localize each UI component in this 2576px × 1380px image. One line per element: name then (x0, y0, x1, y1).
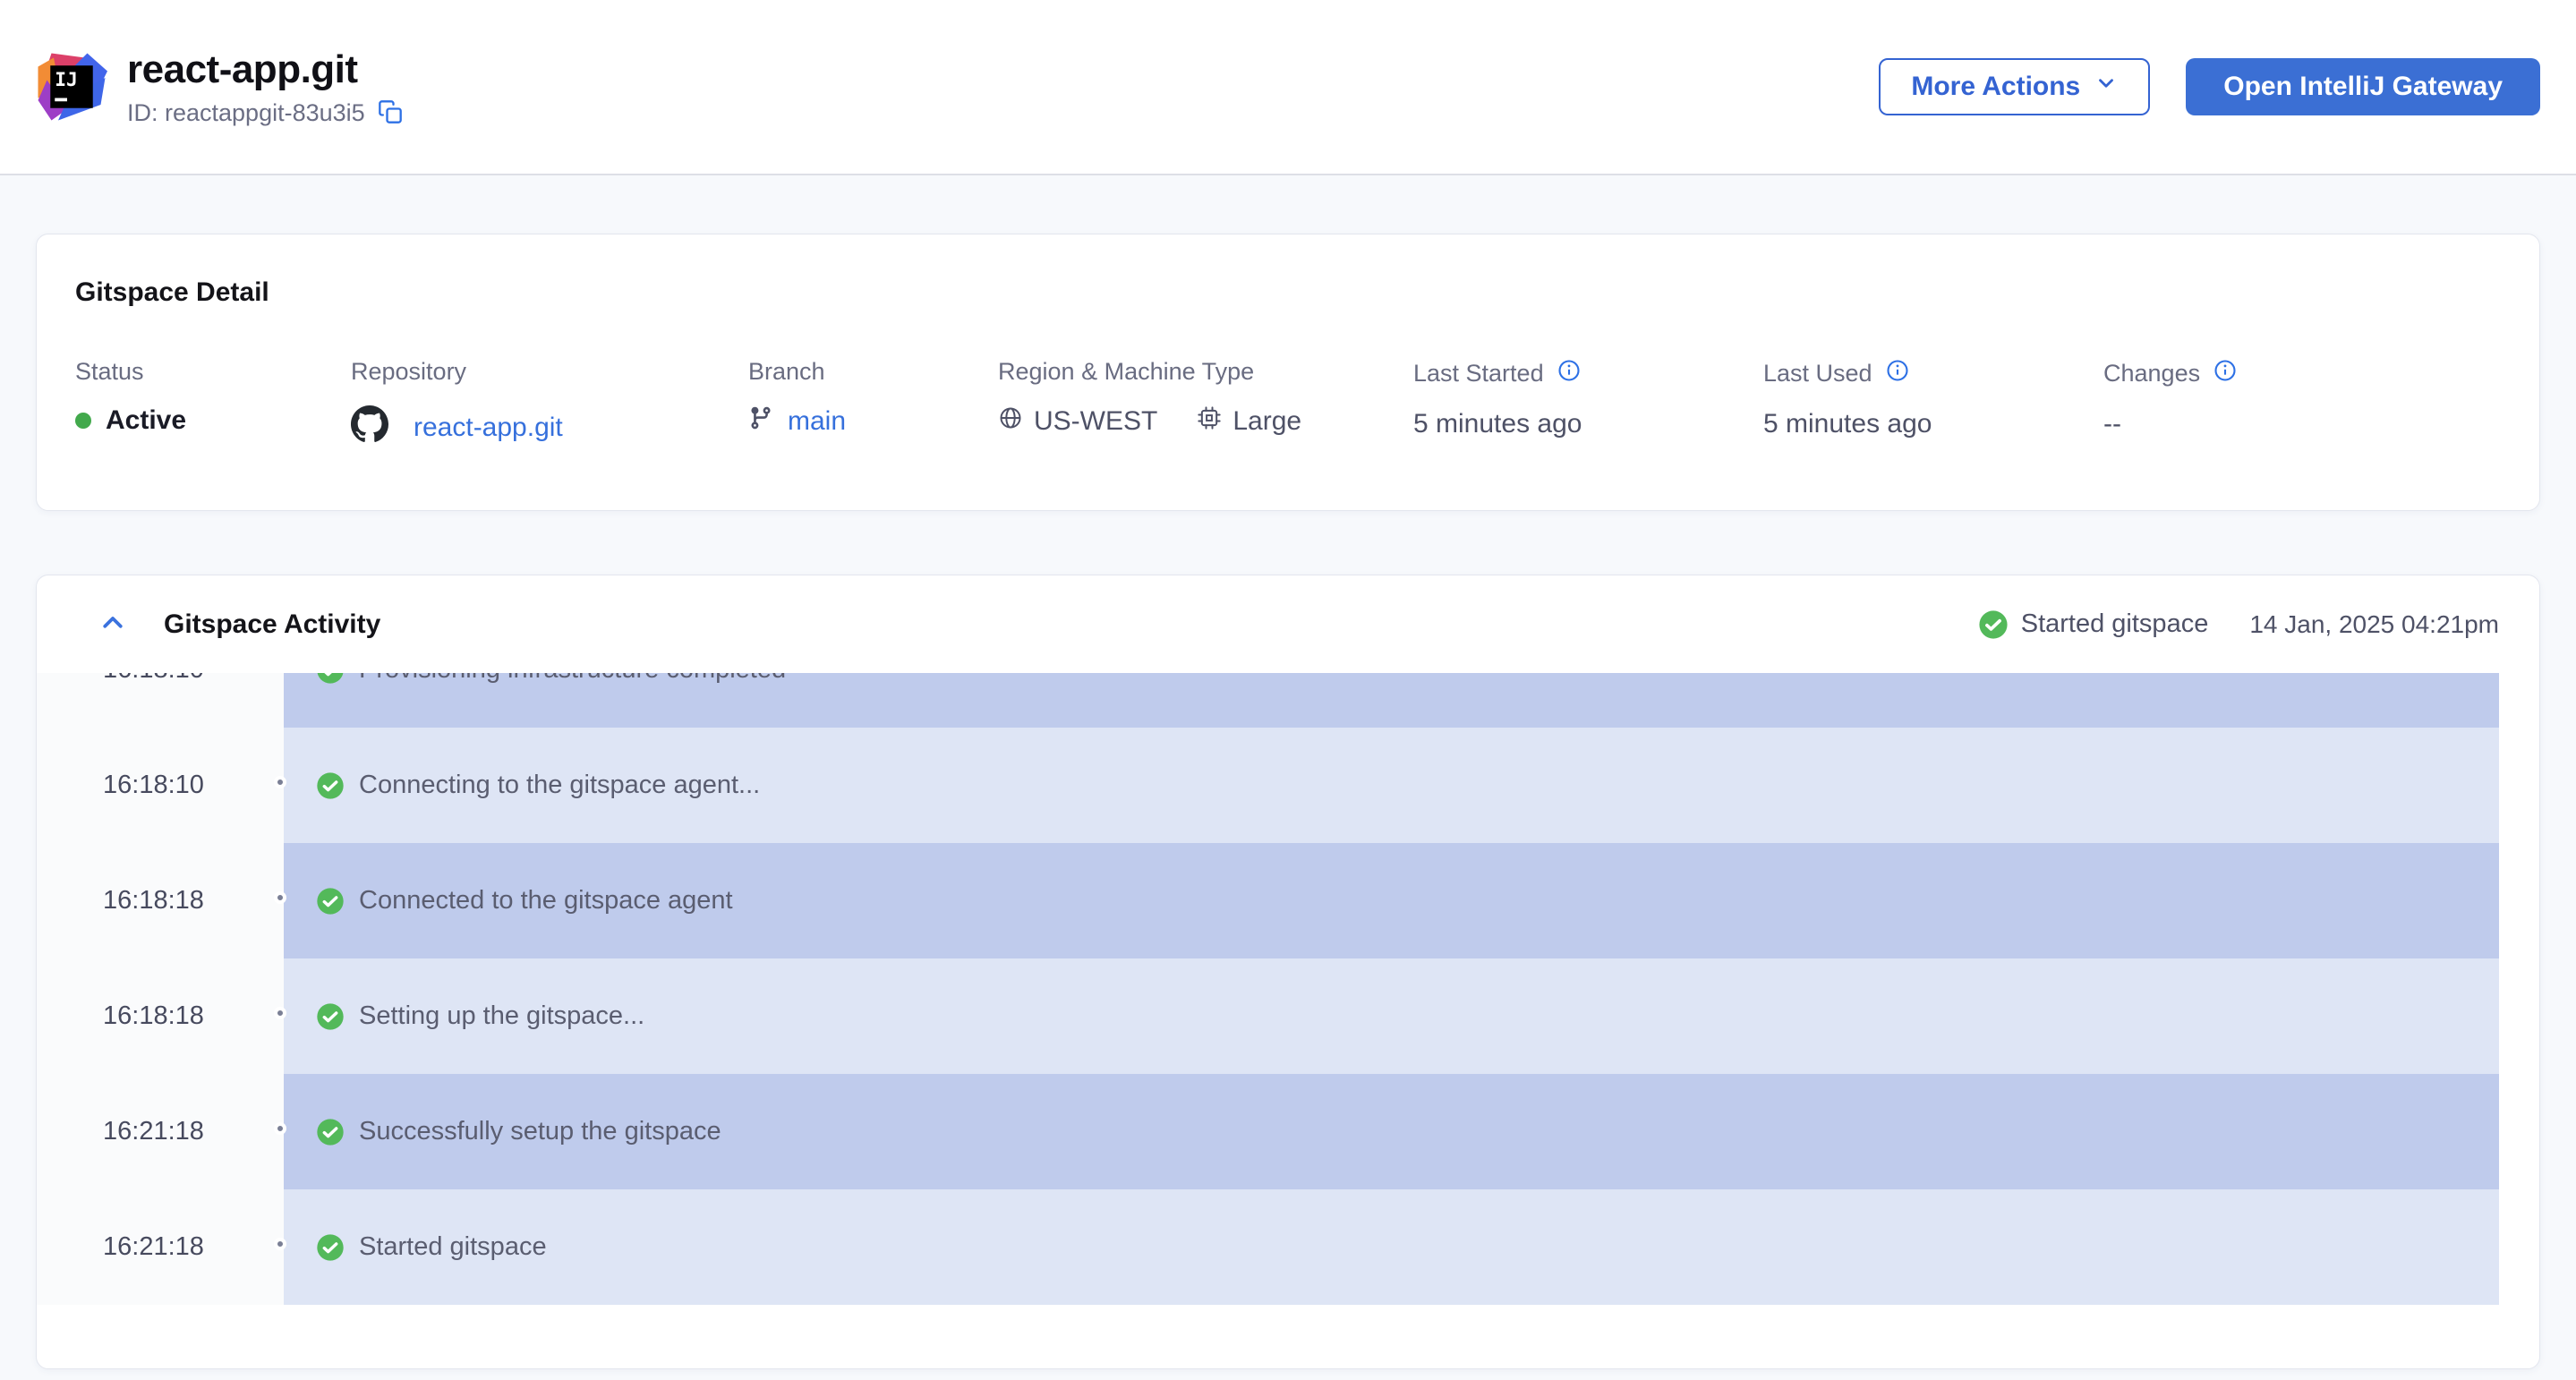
intellij-logo-icon: IJ (36, 51, 107, 123)
log-row: 16:21:18 Successfully setup the gitspace (37, 1074, 2539, 1189)
more-actions-button[interactable]: More Actions (1879, 58, 2150, 115)
collapse-activity-button[interactable] (99, 609, 126, 639)
branch-label: Branch (748, 358, 846, 386)
log-row: 16:18:18 Setting up the gitspace... (37, 958, 2539, 1074)
field-changes: Changes -- (2103, 358, 2238, 439)
log-timestamp: 16:21:18 (37, 1074, 284, 1189)
activity-log-viewport[interactable]: 16:18:10 Provisioning infrastructure com… (37, 673, 2539, 1305)
page-header: IJ react-app.git ID: reactappgit-83u3i5 (0, 0, 2576, 175)
repository-link[interactable]: react-app.git (414, 413, 563, 443)
detail-card-title: Gitspace Detail (75, 277, 269, 308)
chevron-down-icon (2094, 72, 2118, 102)
check-circle-icon (316, 673, 345, 685)
log-timestamp: 16:18:18 (37, 843, 284, 958)
log-row: 16:21:18 Started gitspace (37, 1189, 2539, 1305)
copy-id-button[interactable] (378, 99, 403, 127)
field-region-machine: Region & Machine Type US-WEST (998, 358, 1301, 438)
info-icon[interactable] (1885, 358, 1910, 389)
region-machine-label: Region & Machine Type (998, 358, 1301, 386)
header-actions: More Actions Open IntelliJ Gateway (1879, 58, 2540, 115)
field-last-used: Last Used 5 minutes ago (1763, 358, 1932, 439)
copy-icon (378, 99, 403, 127)
last-started-label: Last Started (1413, 360, 1544, 388)
info-icon[interactable] (2213, 358, 2238, 389)
log-timestamp: 16:18:10 (37, 728, 284, 843)
check-circle-icon (316, 771, 345, 800)
timeline-dot-icon (274, 891, 286, 904)
log-row: 16:18:10 Connecting to the gitspace agen… (37, 728, 2539, 843)
gitspace-id-line: ID: reactappgit-83u3i5 (127, 99, 403, 127)
open-gateway-label: Open IntelliJ Gateway (2223, 72, 2503, 102)
field-branch: Branch main (748, 358, 846, 438)
more-actions-label: More Actions (1911, 72, 2080, 102)
log-timestamp: 16:21:18 (37, 1189, 284, 1305)
globe-icon (998, 405, 1023, 438)
timeline-dot-icon (274, 1007, 286, 1019)
repository-label: Repository (351, 358, 563, 386)
chevron-up-icon (99, 609, 126, 639)
gitspace-activity-card: Gitspace Activity Started gitspace 14 Ja… (36, 575, 2540, 1369)
branch-link[interactable]: main (788, 406, 846, 437)
info-icon[interactable] (1557, 358, 1582, 389)
timeline-dot-icon (274, 1238, 286, 1250)
gitspace-id-label: ID: reactappgit-83u3i5 (127, 99, 365, 127)
status-label: Status (75, 358, 186, 386)
main-content: Gitspace Detail Status Active Repository… (0, 175, 2576, 1369)
log-message: Successfully setup the gitspace (359, 1117, 721, 1146)
activity-card-title: Gitspace Activity (164, 609, 380, 640)
git-branch-icon (748, 405, 773, 438)
activity-status-label: Started gitspace (2021, 609, 2209, 639)
field-last-started: Last Started 5 minutes ago (1413, 358, 1582, 439)
open-intellij-gateway-button[interactable]: Open IntelliJ Gateway (2186, 58, 2540, 115)
check-circle-icon (316, 1002, 345, 1031)
log-message: Setting up the gitspace... (359, 1001, 644, 1031)
changes-value: -- (2103, 409, 2238, 439)
status-value: Active (106, 405, 186, 436)
activity-header: Gitspace Activity Started gitspace 14 Ja… (37, 575, 2539, 673)
active-status-dot-icon (75, 413, 91, 429)
title-block: react-app.git ID: reactappgit-83u3i5 (127, 47, 403, 127)
page-title: react-app.git (127, 47, 403, 92)
log-row: 16:18:10 Provisioning infrastructure com… (37, 673, 2539, 728)
activity-log-list: 16:18:10 Provisioning infrastructure com… (37, 673, 2539, 1305)
timeline-dot-icon (274, 1122, 286, 1135)
log-message: Provisioning infrastructure completed (359, 673, 786, 685)
check-circle-icon (316, 1233, 345, 1262)
svg-text:IJ: IJ (55, 69, 78, 91)
last-used-value: 5 minutes ago (1763, 409, 1932, 439)
log-timestamp: 16:18:10 (37, 673, 284, 728)
check-circle-icon (316, 1118, 345, 1146)
log-message: Started gitspace (359, 1232, 547, 1262)
github-icon (351, 405, 388, 450)
timeline-dot-icon (274, 776, 286, 788)
region-value: US-WEST (1034, 406, 1157, 437)
log-timestamp: 16:18:18 (37, 958, 284, 1074)
machine-type-value: Large (1233, 406, 1301, 437)
log-row: 16:18:18 Connected to the gitspace agent (37, 843, 2539, 958)
changes-label: Changes (2103, 360, 2200, 388)
check-circle-icon (1978, 609, 2009, 640)
gitspace-detail-card: Gitspace Detail Status Active Repository… (36, 234, 2540, 511)
field-repository: Repository react-app.git (351, 358, 563, 450)
last-used-label: Last Used (1763, 360, 1872, 388)
cpu-icon (1197, 405, 1222, 438)
header-left: IJ react-app.git ID: reactappgit-83u3i5 (36, 47, 403, 127)
activity-status-date: 14 Jan, 2025 04:21pm (2249, 610, 2499, 639)
log-message: Connecting to the gitspace agent... (359, 771, 760, 800)
check-circle-icon (316, 887, 345, 916)
last-started-value: 5 minutes ago (1413, 409, 1582, 439)
log-message: Connected to the gitspace agent (359, 886, 733, 916)
activity-status: Started gitspace 14 Jan, 2025 04:21pm (1978, 609, 2499, 640)
field-status: Status Active (75, 358, 186, 436)
